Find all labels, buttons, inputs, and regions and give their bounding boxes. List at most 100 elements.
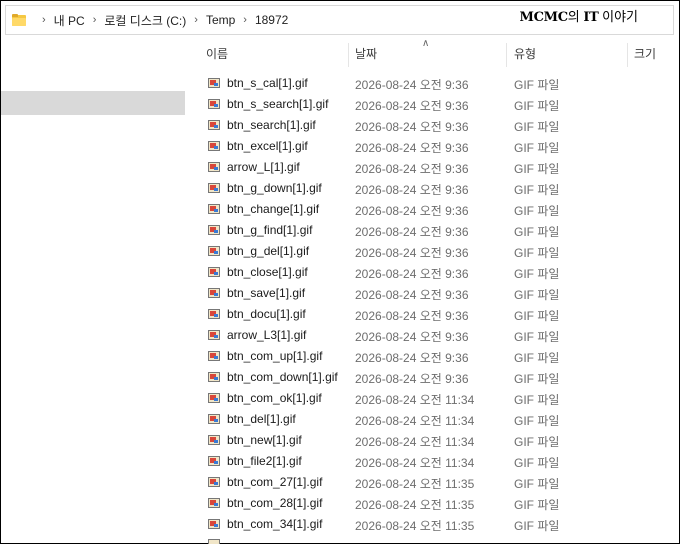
file-type: GIF 파일 <box>514 267 560 281</box>
file-type: GIF 파일 <box>514 372 560 386</box>
file-row[interactable]: arrow_L[1].gif 2026-08-24 오전 9:36 GIF 파일 <box>186 157 678 178</box>
gif-image-file-icon <box>208 120 220 130</box>
file-date: 2026-08-24 오전 9:36 <box>355 351 469 365</box>
file-name: btn_g_del[1].gif <box>227 244 310 258</box>
file-row[interactable]: btn_save[1].gif 2026-08-24 오전 9:36 GIF 파일 <box>186 283 678 304</box>
file-type: GIF 파일 <box>514 393 560 407</box>
file-row[interactable]: btn_new[1].gif 2026-08-24 오전 11:34 GIF 파일 <box>186 430 678 451</box>
file-type: GIF 파일 <box>514 309 560 323</box>
file-row[interactable]: btn_s_search[1].gif 2026-08-24 오전 9:36 GIF… <box>186 94 678 115</box>
gif-image-file-icon <box>208 330 220 340</box>
file-date: 2026-08-24 오전 9:36 <box>355 120 469 134</box>
file-name: btn_com_up[1].gif <box>227 349 323 363</box>
column-headers: 이름 ∧ 날짜 유형 크기 <box>186 38 678 68</box>
file-date: 2026-08-24 오전 9:36 <box>355 267 469 281</box>
file-type: GIF 파일 <box>514 519 560 533</box>
file-name: btn_com_28[1].gif <box>227 496 323 510</box>
file-name: btn_file2[1].gif <box>227 454 302 468</box>
file-type: GIF 파일 <box>514 120 560 134</box>
file-row[interactable]: btn_com_ok[1].gif 2026-08-24 오전 11:34 GIF … <box>186 388 678 409</box>
file-type: GIF 파일 <box>514 456 560 470</box>
file-date: 2026-08-24 오전 11:34 <box>355 456 475 470</box>
file-name: btn_s_cal[1].gif <box>227 76 308 90</box>
file-date: 2026-08-24 오전 9:36 <box>355 309 469 323</box>
file-name: btn_s_search[1].gif <box>227 97 329 111</box>
file-type: GIF 파일 <box>514 414 560 428</box>
column-divider[interactable] <box>348 43 349 67</box>
file-row[interactable]: btn_docu[1].gif 2026-08-24 오전 9:36 GIF 파일 <box>186 304 678 325</box>
file-row[interactable]: btn_com_27[1].gif 2026-08-24 오전 11:35 GIF … <box>186 472 678 493</box>
column-header-type[interactable]: 유형 <box>514 40 536 68</box>
file-type: GIF 파일 <box>514 498 560 512</box>
file-name: btn_com_27[1].gif <box>227 475 323 489</box>
file-row[interactable]: btn_excel[1].gif 2026-08-24 오전 9:36 GIF 파일 <box>186 136 678 157</box>
breadcrumb-this-pc[interactable]: 내 PC <box>54 12 85 29</box>
file-type: GIF 파일 <box>514 162 560 176</box>
column-header-size[interactable]: 크기 <box>634 40 656 68</box>
file-row[interactable]: btn_change[1].gif 2026-08-24 오전 9:36 GIF 파… <box>186 199 678 220</box>
file-name: arrow_L[1].gif <box>227 160 300 174</box>
gif-image-file-icon <box>208 372 220 382</box>
file-name: btn_save[1].gif <box>227 286 306 300</box>
file-date: 2026-08-24 오전 9:36 <box>355 288 469 302</box>
file-date: 2026-08-24 오전 11:34 <box>355 435 475 449</box>
file-name: btn_close[1].gif <box>227 265 308 279</box>
gif-image-file-icon <box>208 477 220 487</box>
gif-image-file-icon <box>208 519 220 529</box>
gif-image-file-icon <box>208 99 220 109</box>
file-row[interactable]: btn_g_find[1].gif 2026-08-24 오전 9:36 GIF 파… <box>186 220 678 241</box>
file-date: 2026-08-24 오전 11:35 <box>355 477 475 491</box>
breadcrumb-local-disk[interactable]: 로컬 디스크 (C:) <box>104 12 186 29</box>
gif-image-file-icon <box>208 456 220 466</box>
file-type: GIF 파일 <box>514 330 560 344</box>
file-row[interactable]: btn_close[1].gif 2026-08-24 오전 9:36 GIF 파일 <box>186 262 678 283</box>
breadcrumb-temp[interactable]: Temp <box>206 13 235 27</box>
file-row[interactable]: btn_com_up[1].gif 2026-08-24 오전 9:36 GIF 파… <box>186 346 678 367</box>
file-name: btn_change[1].gif <box>227 202 320 216</box>
file-row[interactable]: btn_com_34[1].gif 2026-08-24 오전 11:35 GIF … <box>186 514 678 535</box>
breadcrumb-current-folder[interactable]: 18972 <box>255 13 288 27</box>
file-date: 2026-08-24 오전 9:36 <box>355 372 469 386</box>
file-list: btn_s_cal[1].gif 2026-08-24 오전 9:36 GIF 파일… <box>186 73 678 535</box>
column-header-name[interactable]: 이름 <box>206 40 228 68</box>
file-name: btn_excel[1].gif <box>227 139 308 153</box>
file-date: 2026-08-24 오전 11:34 <box>355 414 475 428</box>
file-type: GIF 파일 <box>514 477 560 491</box>
file-name: btn_new[1].gif <box>227 433 302 447</box>
file-date: 2026-08-24 오전 11:35 <box>355 519 475 533</box>
file-date: 2026-08-24 오전 11:35 <box>355 498 475 512</box>
file-row[interactable]: btn_search[1].gif 2026-08-24 오전 9:36 GIF 파… <box>186 115 678 136</box>
file-row[interactable]: btn_g_del[1].gif 2026-08-24 오전 9:36 GIF 파일 <box>186 241 678 262</box>
gif-image-file-icon <box>208 414 220 424</box>
sort-ascending-icon: ∧ <box>422 38 430 49</box>
chevron-right-icon[interactable]: › <box>243 14 247 26</box>
file-date: 2026-08-24 오전 11:34 <box>355 393 475 407</box>
gif-image-file-icon <box>208 288 220 298</box>
chevron-right-icon[interactable]: › <box>93 14 97 26</box>
column-divider[interactable] <box>506 43 507 67</box>
file-date: 2026-08-24 오전 9:36 <box>355 204 469 218</box>
nav-selected-item[interactable] <box>1 91 185 115</box>
file-date: 2026-08-24 오전 9:36 <box>355 78 469 92</box>
column-header-date[interactable]: 날짜 <box>355 40 377 68</box>
file-row[interactable]: btn_g_down[1].gif 2026-08-24 오전 9:36 GIF 파… <box>186 178 678 199</box>
file-row[interactable]: btn_com_down[1].gif 2026-08-24 오전 9:36 GIF… <box>186 367 678 388</box>
chevron-right-icon[interactable]: › <box>42 14 46 26</box>
chevron-right-icon[interactable]: › <box>194 14 198 26</box>
file-type: GIF 파일 <box>514 246 560 260</box>
file-type: GIF 파일 <box>514 183 560 197</box>
file-type: GIF 파일 <box>514 351 560 365</box>
file-row[interactable]: btn_file2[1].gif 2026-08-24 오전 11:34 GIF 파… <box>186 451 678 472</box>
file-date: 2026-08-24 오전 9:36 <box>355 330 469 344</box>
folder-icon <box>12 14 26 26</box>
gif-image-file-icon <box>208 183 220 193</box>
file-row[interactable]: btn_s_cal[1].gif 2026-08-24 오전 9:36 GIF 파일 <box>186 73 678 94</box>
file-row[interactable]: btn_del[1].gif 2026-08-24 오전 11:34 GIF 파일 <box>186 409 678 430</box>
file-row[interactable]: btn_com_28[1].gif 2026-08-24 오전 11:35 GIF … <box>186 493 678 514</box>
file-type: GIF 파일 <box>514 204 560 218</box>
file-row[interactable]: arrow_L3[1].gif 2026-08-24 오전 9:36 GIF 파일 <box>186 325 678 346</box>
file-row-partial[interactable] <box>186 536 678 544</box>
column-divider[interactable] <box>627 43 628 67</box>
file-type: GIF 파일 <box>514 225 560 239</box>
gif-image-file-icon <box>208 393 220 403</box>
